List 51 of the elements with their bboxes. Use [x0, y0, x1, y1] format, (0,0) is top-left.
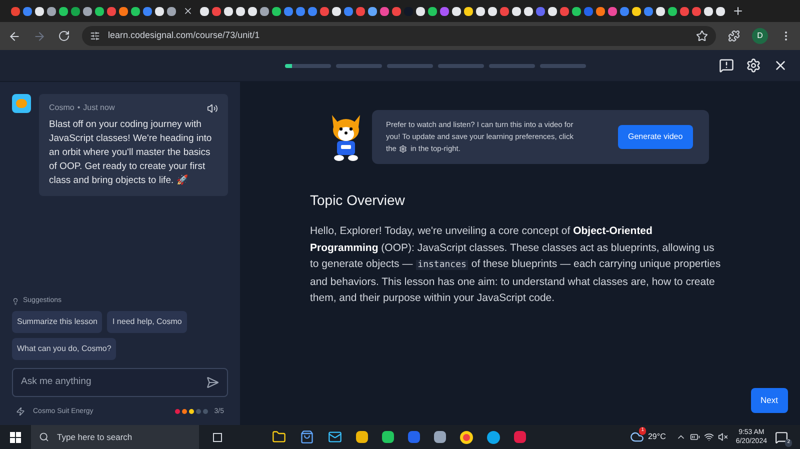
windows-start-icon[interactable]: [10, 432, 21, 442]
taskbar-search-field[interactable]: Type here to search: [31, 425, 199, 449]
reload-icon[interactable]: [58, 30, 70, 42]
back-icon[interactable]: [8, 30, 21, 42]
gear-icon: [399, 145, 408, 153]
separator-dot: •: [77, 102, 80, 114]
lightbulb-icon: [12, 298, 19, 305]
message-sender: Cosmo: [49, 102, 74, 114]
message-text: Blast off on your coding journey with JavaScript classes! We're heading into an orbit where you'll master the basics of OOP. Get ready to create your first class and bring objects to life. 🚀: [49, 118, 213, 188]
bookmark-star-icon[interactable]: [696, 30, 708, 42]
speaker-icon[interactable]: [207, 102, 218, 114]
search-icon: [39, 432, 49, 442]
app-icon[interactable]: [356, 431, 368, 443]
suggestion-chip[interactable]: I need help, Cosmo: [107, 310, 187, 332]
chat-input-text[interactable]: Ask me anything: [21, 374, 206, 390]
browser-icon[interactable]: [460, 430, 473, 444]
message-time: Just now: [83, 102, 115, 114]
app-icon[interactable]: [514, 431, 526, 443]
battery-icon[interactable]: [690, 432, 700, 442]
url-text: learn.codesignal.com/course/73/unit/1: [108, 29, 260, 42]
topic-heading: Topic Overview: [310, 191, 406, 210]
search-placeholder: Type here to search: [57, 430, 132, 444]
app-icon[interactable]: [434, 431, 446, 443]
notifications-icon[interactable]: [775, 430, 788, 444]
profile-avatar[interactable]: D: [752, 28, 768, 44]
next-button[interactable]: Next: [750, 388, 788, 413]
suggestion-chip[interactable]: Summarize this lesson: [12, 310, 102, 332]
app-icon[interactable]: [382, 431, 394, 443]
send-icon[interactable]: [206, 376, 219, 388]
temperature: 29°C: [648, 431, 666, 443]
muted-speaker-icon[interactable]: [718, 432, 728, 442]
settings-icon[interactable]: [746, 58, 761, 73]
report-icon[interactable]: [719, 58, 734, 73]
lightning-icon: [16, 407, 25, 416]
close-icon[interactable]: [773, 58, 788, 73]
address-bar[interactable]: learn.codesignal.com/course/73/unit/1: [82, 26, 716, 46]
file-explorer-icon[interactable]: [272, 430, 286, 444]
chat-input[interactable]: Ask me anything: [12, 368, 228, 396]
close-tab-icon[interactable]: [183, 6, 193, 16]
generate-video-button[interactable]: Generate video: [618, 125, 693, 149]
extensions-icon[interactable]: [728, 30, 740, 42]
weather-icon: [630, 430, 644, 444]
wifi-icon[interactable]: [704, 432, 714, 442]
browser-icon[interactable]: [487, 430, 500, 444]
topic-paragraph: Hello, Explorer! Today, we're unveiling a core concept of Object-Oriented Programming (OOP): JavaScript classes. These classes act as blueprints, allowing us to generate objects — instances of these blueprints — each carrying unique properties and behaviors. This lesson has one aim: to understand what classes are, how to create them, and their purpose within your JavaScript code.: [310, 224, 722, 306]
store-icon[interactable]: [300, 430, 314, 444]
task-view-icon[interactable]: [213, 432, 222, 442]
suggestion-chip[interactable]: What can you do, Cosmo?: [12, 338, 116, 360]
site-info-icon[interactable]: [90, 31, 100, 41]
new-tab-icon[interactable]: [732, 5, 744, 17]
mail-icon[interactable]: [328, 430, 342, 444]
